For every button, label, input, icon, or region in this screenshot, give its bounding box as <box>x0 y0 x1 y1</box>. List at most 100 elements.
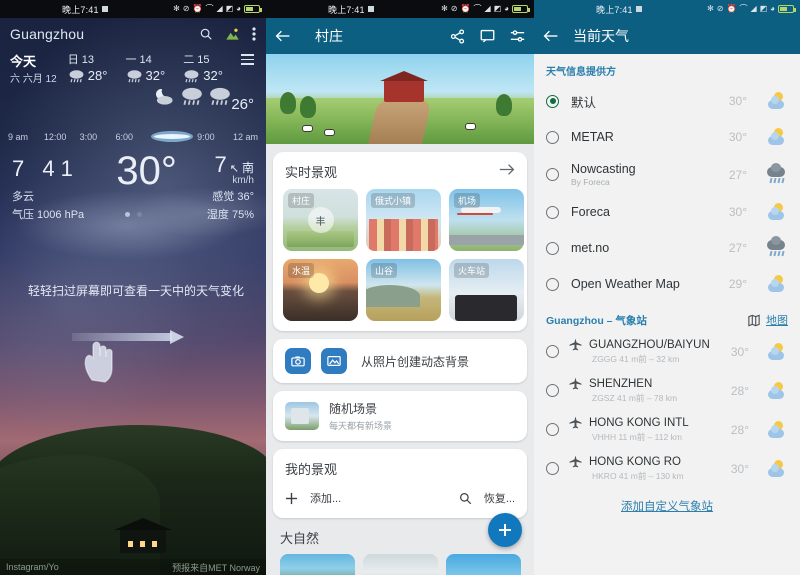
airplane-icon <box>569 416 582 429</box>
nature-thumbnail[interactable] <box>280 554 355 575</box>
comment-icon[interactable] <box>480 29 495 43</box>
hero-scene-image[interactable] <box>266 54 534 144</box>
forecast-day[interactable]: 今天 六 六月 12 <box>10 51 68 85</box>
provider-row-default[interactable]: 默认 30° <box>534 83 800 119</box>
page-dot-active[interactable] <box>124 212 130 217</box>
provider-row-metar[interactable]: METAR 30° <box>534 119 800 155</box>
provider-row-metno[interactable]: met.no 27° <box>534 230 800 266</box>
wifi-icon: ◕ <box>504 4 509 13</box>
forecast-day[interactable]: 二 15 32° <box>183 51 241 83</box>
create-from-photo-label: 从照片创建动态背景 <box>361 354 470 369</box>
battery-icon <box>244 5 262 13</box>
add-scene-label: 添加... <box>310 493 342 505</box>
wind-arrow-icon: ↖ <box>229 163 239 175</box>
back-arrow-icon[interactable] <box>275 29 291 43</box>
airplane-icon <box>569 338 582 351</box>
image-icon[interactable] <box>225 27 240 41</box>
station-row[interactable]: GUANGZHOU/BAIYUN ZGGG 41 m前 – 32 km 30° <box>534 332 800 371</box>
camera-icon[interactable] <box>285 348 311 374</box>
radio-button[interactable] <box>546 462 559 475</box>
station-section-label: Guangzhou – 气象站 <box>546 314 647 327</box>
status-icons: ✻ ⊘ ⏰ ⌒ ◢ ◩ ◕ <box>173 4 262 13</box>
day-detail: 28° <box>68 68 126 83</box>
radio-button[interactable] <box>546 345 559 358</box>
provider-info: 默认 <box>571 92 717 111</box>
forecast-day[interactable]: 日 13 28° <box>68 51 126 83</box>
arrow-right-icon[interactable] <box>499 163 515 181</box>
scene-tile[interactable]: 机场 <box>449 189 524 251</box>
add-custom-station-link[interactable]: 添加自定义气象站 <box>534 488 800 522</box>
restore-scene-label: 恢复... <box>483 493 515 505</box>
add-fab-button[interactable] <box>488 513 522 547</box>
moon-cloud-icon <box>766 275 788 293</box>
provider-subtitle: By Foreca <box>571 177 610 187</box>
provider-row-foreca[interactable]: Foreca 30° <box>534 194 800 230</box>
hour-label: 12 am <box>232 131 258 142</box>
more-vertical-icon[interactable] <box>252 27 256 41</box>
day-name: 日 13 <box>67 54 95 66</box>
station-temp: 30° <box>730 344 749 359</box>
station-subtitle: ZGSZ 41 m前 – 78 km <box>592 393 678 403</box>
page-dot[interactable] <box>136 212 142 217</box>
provider-temp: 30° <box>728 94 747 108</box>
provider-info: Nowcasting By Foreca <box>571 162 717 187</box>
provider-row-nowcasting[interactable]: Nowcasting By Foreca 27° <box>534 155 800 194</box>
moon-cloud-icon <box>766 420 788 439</box>
scene-tile[interactable]: 水温 <box>283 259 358 321</box>
provider-row-owm[interactable]: Open Weather Map 29° <box>534 266 800 302</box>
live-scenes-card: 实时景观 村庄 丰 俄式小镇 机场 水温 山谷 火车站 <box>273 152 527 331</box>
random-scene-row[interactable]: 随机场景 每天都有新场景 <box>273 391 527 441</box>
share-icon[interactable] <box>450 28 465 44</box>
radio-button[interactable] <box>546 277 559 291</box>
scene-tile[interactable]: 俄式小镇 <box>366 189 441 251</box>
provider-name: Open Weather Map <box>571 277 680 291</box>
map-action[interactable]: 地图 <box>748 312 788 328</box>
scene-tile[interactable]: 村庄 丰 <box>283 189 358 251</box>
station-row[interactable]: HONG KONG INTL VHHH 11 m前 – 112 km 28° <box>534 410 800 449</box>
radio-button[interactable] <box>546 384 559 397</box>
image-icon[interactable] <box>321 348 347 374</box>
provider-info: met.no <box>571 241 717 255</box>
wifi-icon: ◕ <box>236 4 241 13</box>
map-label[interactable]: 地图 <box>766 312 788 328</box>
radio-button[interactable] <box>546 94 559 108</box>
hand-cursor-icon <box>80 330 120 389</box>
hourly-timeline[interactable]: 9 am 12:00 3:00 6:00 9:00 12 am <box>0 131 266 142</box>
radio-button[interactable] <box>546 241 559 255</box>
mute-icon: ⊘ <box>450 4 458 13</box>
radio-button[interactable] <box>546 130 559 144</box>
status-time: 晚上7:41 <box>62 4 99 15</box>
nature-thumbnail[interactable] <box>446 554 521 575</box>
tune-icon[interactable] <box>510 29 525 43</box>
create-from-photo-row[interactable]: 从照片创建动态背景 <box>273 339 527 383</box>
station-row[interactable]: SHENZHEN ZGSZ 41 m前 – 78 km 28° <box>534 371 800 410</box>
rain-cloud-icon <box>766 162 788 184</box>
forecast-expand-icon[interactable] <box>241 51 254 68</box>
rain-cloud-icon <box>182 87 202 105</box>
battery-icon <box>512 5 530 13</box>
hour-label: 3:00 <box>79 131 98 142</box>
my-scenes-card: 我的景观 添加... 恢复... <box>273 449 527 518</box>
scene-tile[interactable]: 山谷 <box>366 259 441 321</box>
station-row[interactable]: HONG KONG RO HKRO 41 m前 – 130 km 30° <box>534 449 800 488</box>
nature-thumbnail[interactable] <box>363 554 438 575</box>
radio-button[interactable] <box>546 205 559 219</box>
restore-scene-button[interactable]: 恢复... <box>459 490 515 506</box>
search-icon[interactable] <box>199 27 213 41</box>
radio-button[interactable] <box>546 423 559 436</box>
station-info: SHENZHEN ZGSZ 41 m前 – 78 km <box>569 377 721 404</box>
hour-label: 9 am <box>8 131 29 142</box>
scene-tile-grid: 村庄 丰 俄式小镇 机场 天空 <box>273 187 527 331</box>
add-scene-button[interactable]: 添加... <box>285 490 341 506</box>
scene-tile[interactable]: 火车站 <box>449 259 524 321</box>
page-dots[interactable] <box>0 212 266 217</box>
three-phone-screenshots: 晚上7:41 ✻ ⊘ ⏰ ⌒ ◢ ◩ ◕ Guangzhou 今天 六 六月 1… <box>0 0 800 575</box>
now-marker[interactable] <box>151 131 194 142</box>
station-subtitle: ZGGG 41 m前 – 32 km <box>592 354 680 364</box>
back-arrow-icon[interactable] <box>543 29 559 43</box>
nature-thumbnail-row <box>280 554 521 575</box>
moon-cloud-icon <box>155 88 173 105</box>
radio-button[interactable] <box>546 168 559 181</box>
day-name: 今天 <box>10 54 37 69</box>
forecast-day[interactable]: 一 14 32° <box>126 51 184 83</box>
